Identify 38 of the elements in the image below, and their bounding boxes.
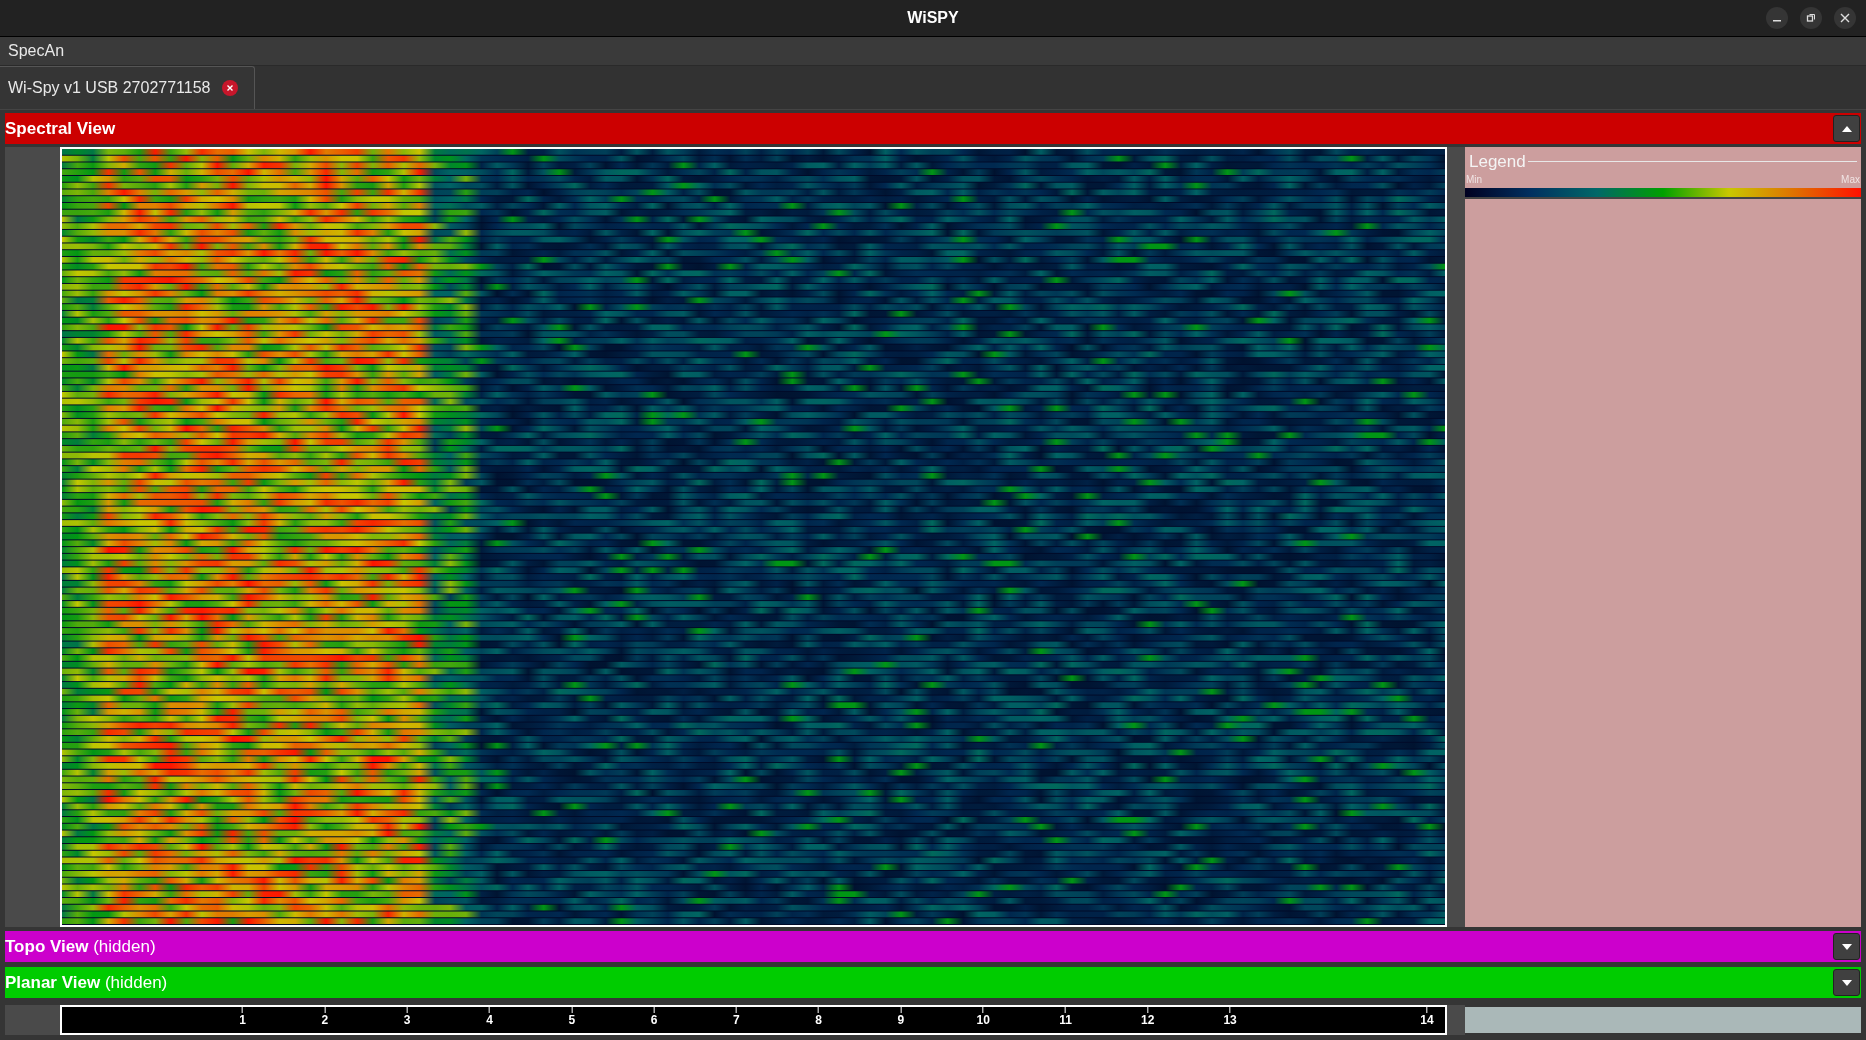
restore-icon (1806, 13, 1816, 23)
collapse-button[interactable] (1833, 969, 1860, 996)
close-icon (1840, 13, 1850, 23)
caret-down-icon (1841, 943, 1852, 950)
collapse-button[interactable] (1833, 933, 1860, 960)
tick-label: 10 (976, 1013, 990, 1027)
tick-label: 4 (486, 1013, 493, 1027)
legend-title: Legend (1468, 151, 1527, 173)
caret-down-icon (1841, 979, 1852, 986)
panel-gutter (5, 1005, 60, 1035)
close-button[interactable] (1834, 7, 1856, 29)
tick-label: 13 (1223, 1013, 1237, 1027)
legend-min-label: Min (1466, 172, 1483, 187)
tick-label: 11 (1059, 1013, 1072, 1027)
window-title: WiSPY (907, 8, 959, 28)
tick-label: 8 (815, 1013, 822, 1027)
legend-max-label: Max (1841, 172, 1860, 187)
restore-button[interactable] (1800, 7, 1822, 29)
collapse-button[interactable] (1833, 115, 1860, 142)
minimize-button[interactable] (1766, 7, 1788, 29)
menu-item[interactable]: SpecAn (8, 39, 65, 63)
section-title: Spectral View (5, 117, 116, 140)
section-title: Topo View (hidden) (5, 935, 156, 958)
tick-label: 12 (1141, 1013, 1155, 1027)
section-title: Planar View (hidden) (5, 971, 168, 994)
close-tab-icon[interactable] (222, 80, 239, 96)
tick-label: 9 (897, 1013, 905, 1027)
tick-label: 3 (403, 1013, 411, 1027)
tick-label: 6 (650, 1013, 658, 1027)
device-tab[interactable]: Wi-Spy v1 USB 2702771158 (0, 66, 256, 109)
tick-label: 7 (733, 1013, 740, 1027)
panel-gutter (1447, 1005, 1465, 1035)
tick-label: 1 (239, 1013, 246, 1027)
minimize-icon (1773, 20, 1781, 22)
tick-label: 5 (568, 1013, 576, 1027)
tick-label: 14 (1420, 1013, 1434, 1027)
tick-label: 2 (321, 1013, 329, 1027)
caret-up-icon (1841, 125, 1852, 132)
